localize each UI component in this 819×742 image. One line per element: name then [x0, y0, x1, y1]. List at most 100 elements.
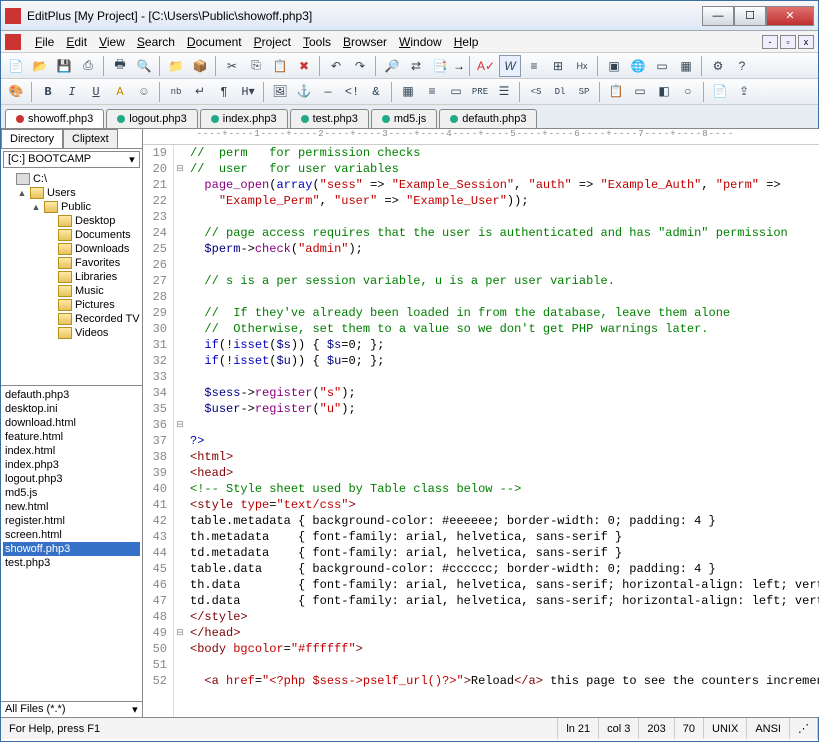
italic-button[interactable]: I — [61, 81, 83, 103]
delete-button[interactable]: ✖ — [293, 55, 315, 77]
tile-button[interactable]: ▦ — [675, 55, 697, 77]
tree-node[interactable]: C:\ — [3, 172, 140, 186]
file-tab[interactable]: index.php3 — [200, 109, 288, 128]
file-item[interactable]: download.html — [3, 416, 140, 430]
sidebar-tab-cliptext[interactable]: Cliptext — [63, 129, 118, 148]
form-button[interactable]: 📋 — [605, 81, 627, 103]
div-button[interactable]: ▭ — [445, 81, 467, 103]
file-item[interactable]: md5.js — [3, 486, 140, 500]
file-item[interactable]: index.php3 — [3, 458, 140, 472]
mdi-close-button[interactable]: x — [798, 35, 814, 49]
object-button[interactable]: ◧ — [653, 81, 675, 103]
window-button[interactable]: ▭ — [651, 55, 673, 77]
undo-button[interactable]: ↶ — [325, 55, 347, 77]
palette-button[interactable]: 🎨 — [5, 81, 27, 103]
drive-selector[interactable]: [C:] BOOTCAMP▾ — [3, 151, 140, 168]
pre-button[interactable]: PRE — [469, 81, 491, 103]
sidebar-tab-directory[interactable]: Directory — [1, 129, 63, 148]
tree-node[interactable]: ▲Users — [3, 186, 140, 200]
menu-tools[interactable]: Tools — [297, 33, 337, 51]
file-tab[interactable]: logout.php3 — [106, 109, 198, 128]
save-all-button[interactable]: ⎙ — [77, 55, 99, 77]
copy-button[interactable]: ⎘ — [245, 55, 267, 77]
menu-document[interactable]: Document — [181, 33, 248, 51]
tree-node[interactable]: Music — [3, 284, 140, 298]
replace-button[interactable]: ⇄ — [405, 55, 427, 77]
file-list[interactable]: defauth.php3desktop.inidownload.htmlfeat… — [1, 386, 142, 701]
mdi-restore-button[interactable]: ▫ — [780, 35, 796, 49]
underline-button[interactable]: U — [85, 81, 107, 103]
dl-button[interactable]: Dl — [549, 81, 571, 103]
maximize-button[interactable]: ☐ — [734, 6, 766, 26]
goto-button[interactable]: → — [453, 59, 465, 73]
emoji-button[interactable]: ☺ — [133, 81, 155, 103]
open-button[interactable]: 📂 — [29, 55, 51, 77]
file-item[interactable]: new.html — [3, 500, 140, 514]
file-item[interactable]: test.php3 — [3, 556, 140, 570]
dir-button[interactable]: 📁 — [165, 55, 187, 77]
tree-node[interactable]: Downloads — [3, 242, 140, 256]
char-button[interactable]: & — [365, 81, 387, 103]
cut-button[interactable]: ✂ — [221, 55, 243, 77]
new-file-button[interactable]: 📄 — [5, 55, 27, 77]
find-button[interactable]: 🔎 — [381, 55, 403, 77]
hr-button[interactable]: — — [317, 81, 339, 103]
tree-node[interactable]: Desktop — [3, 214, 140, 228]
file-tab[interactable]: md5.js — [371, 109, 437, 128]
save-button[interactable]: 💾 — [53, 55, 75, 77]
upload-button[interactable]: ⇪ — [733, 81, 755, 103]
center-button[interactable]: ≡ — [421, 81, 443, 103]
file-item[interactable]: desktop.ini — [3, 402, 140, 416]
folder-tree[interactable]: C:\▲Users▲PublicDesktopDocumentsDownload… — [1, 170, 142, 386]
ruler-button[interactable]: ⊞ — [547, 55, 569, 77]
image-button[interactable]: 🖼 — [269, 81, 291, 103]
menu-window[interactable]: Window — [393, 33, 448, 51]
file-filter[interactable]: All Files (*.*)▾ — [1, 701, 142, 717]
tree-node[interactable]: Recorded TV — [3, 312, 140, 326]
applet-button[interactable]: ○ — [677, 81, 699, 103]
break-button[interactable]: ↵ — [189, 81, 211, 103]
file-item[interactable]: showoff.php3 — [3, 542, 140, 556]
paste-button[interactable]: 📋 — [269, 55, 291, 77]
close-button[interactable]: ✕ — [766, 6, 814, 26]
hex-button[interactable]: Hx — [571, 55, 593, 77]
menu-browser[interactable]: Browser — [337, 33, 393, 51]
fullscreen-button[interactable]: ▣ — [603, 55, 625, 77]
comment-button[interactable]: <! — [341, 81, 363, 103]
file-item[interactable]: index.html — [3, 444, 140, 458]
bold-button[interactable]: B — [37, 81, 59, 103]
anchor-button[interactable]: ⚓ — [293, 81, 315, 103]
file-item[interactable]: register.html — [3, 514, 140, 528]
table-button[interactable]: ▦ — [397, 81, 419, 103]
print-button[interactable]: 🖶 — [109, 55, 131, 77]
project-button[interactable]: 📦 — [189, 55, 211, 77]
tree-node[interactable]: Libraries — [3, 270, 140, 284]
nbsp-button[interactable]: nb — [165, 81, 187, 103]
mdi-minimize-button[interactable]: - — [762, 35, 778, 49]
browser-button[interactable]: 🌐 — [627, 55, 649, 77]
preview-button[interactable]: 🔍 — [133, 55, 155, 77]
redo-button[interactable]: ↷ — [349, 55, 371, 77]
sp-button[interactable]: SP — [573, 81, 595, 103]
tree-node[interactable]: Favorites — [3, 256, 140, 270]
code-area[interactable]: 1920212223242526272829303132333435363738… — [143, 145, 819, 717]
menu-file[interactable]: File — [29, 33, 60, 51]
tree-node[interactable]: Documents — [3, 228, 140, 242]
menu-view[interactable]: View — [93, 33, 131, 51]
linenum-button[interactable]: ≡ — [523, 55, 545, 77]
file-tab[interactable]: defauth.php3 — [439, 109, 537, 128]
menu-project[interactable]: Project — [248, 33, 297, 51]
template-button[interactable]: 📄 — [709, 81, 731, 103]
file-item[interactable]: logout.php3 — [3, 472, 140, 486]
minimize-button[interactable]: — — [702, 6, 734, 26]
file-item[interactable]: defauth.php3 — [3, 388, 140, 402]
status-grip[interactable]: ⋰ — [790, 718, 818, 739]
tree-node[interactable]: ▲Public — [3, 200, 140, 214]
input-button[interactable]: ▭ — [629, 81, 651, 103]
list-button[interactable]: ☰ — [493, 81, 515, 103]
wrap-button[interactable]: W — [499, 55, 521, 77]
help-button[interactable]: ? — [731, 55, 753, 77]
script-button[interactable]: <S — [525, 81, 547, 103]
spell-button[interactable]: A✓ — [475, 55, 497, 77]
font-button[interactable]: A — [109, 81, 131, 103]
